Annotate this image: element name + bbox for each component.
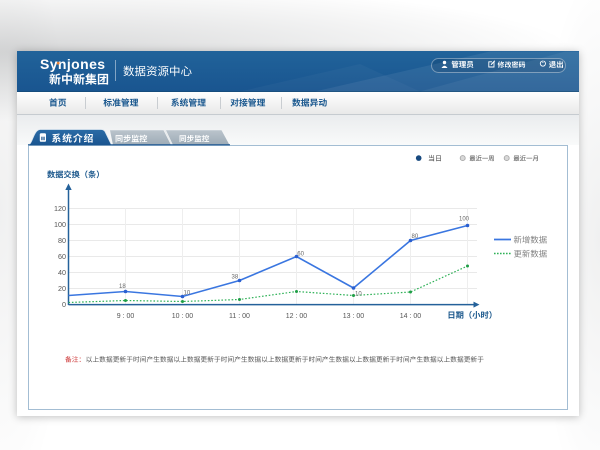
svg-text:60: 60 bbox=[297, 251, 304, 257]
svg-text:18: 18 bbox=[119, 284, 126, 290]
svg-text:60: 60 bbox=[58, 252, 66, 261]
svg-text:80: 80 bbox=[412, 234, 419, 240]
svg-text:13 : 00: 13 : 00 bbox=[343, 313, 365, 320]
svg-text:20: 20 bbox=[58, 284, 66, 293]
svg-text:10: 10 bbox=[355, 292, 362, 298]
svg-text:14 : 00: 14 : 00 bbox=[400, 313, 422, 320]
svg-text:9 : 00: 9 : 00 bbox=[117, 313, 135, 320]
svg-text:100: 100 bbox=[459, 217, 470, 223]
svg-text:10 : 00: 10 : 00 bbox=[172, 313, 194, 320]
svg-text:12 : 00: 12 : 00 bbox=[286, 313, 308, 320]
svg-text:38: 38 bbox=[232, 275, 239, 281]
svg-text:11 : 00: 11 : 00 bbox=[229, 313, 250, 320]
svg-text:120: 120 bbox=[54, 204, 66, 213]
svg-text:0: 0 bbox=[62, 300, 66, 309]
svg-text:10: 10 bbox=[184, 291, 191, 297]
svg-text:100: 100 bbox=[54, 220, 66, 229]
svg-text:80: 80 bbox=[58, 236, 66, 245]
svg-text:40: 40 bbox=[58, 268, 66, 277]
